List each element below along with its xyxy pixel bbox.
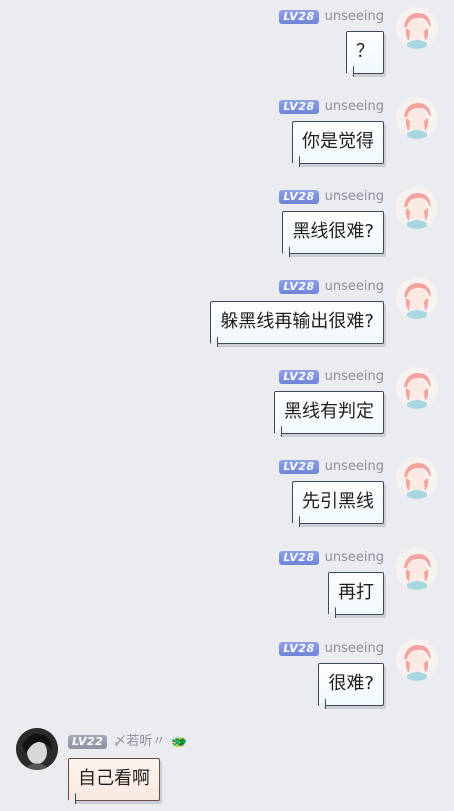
username[interactable]: unseeing <box>325 279 384 295</box>
message-header: LV28 unseeing <box>279 550 384 566</box>
level-badge: LV28 <box>279 642 319 656</box>
username[interactable]: unseeing <box>325 9 384 25</box>
message-bubble[interactable]: 黑线很难? <box>282 211 384 254</box>
avatar[interactable] <box>16 728 58 770</box>
avatar[interactable] <box>396 187 438 229</box>
dragon-badge-icon: 🐲 <box>171 734 188 750</box>
message-bubble[interactable]: 黑线有判定 <box>274 391 384 434</box>
level-badge: LV28 <box>279 280 319 294</box>
level-badge: LV28 <box>279 551 319 565</box>
message-header: LV28 unseeing <box>279 9 384 25</box>
message-header: LV28 unseeing <box>279 369 384 385</box>
level-badge: LV28 <box>279 100 319 114</box>
username[interactable]: 〆若听〃 <box>113 734 165 750</box>
avatar[interactable] <box>396 548 438 590</box>
avatar[interactable] <box>396 277 438 319</box>
level-badge: LV28 <box>279 10 319 24</box>
avatar[interactable] <box>396 457 438 499</box>
message-bubble[interactable]: ？ <box>346 31 384 74</box>
username[interactable]: unseeing <box>325 369 384 385</box>
level-badge: LV28 <box>279 460 319 474</box>
avatar[interactable] <box>396 97 438 139</box>
message-bubble[interactable]: 你是觉得 <box>292 121 384 164</box>
level-badge: LV28 <box>279 370 319 384</box>
message-header: LV28 unseeing <box>279 459 384 475</box>
message-header: LV28 unseeing <box>279 279 384 295</box>
message-header: LV28 unseeing <box>279 641 384 657</box>
username[interactable]: unseeing <box>325 459 384 475</box>
level-badge: LV22 <box>68 735 108 749</box>
message-bubble[interactable]: 先引黑线 <box>292 481 384 524</box>
avatar[interactable] <box>396 639 438 681</box>
message-bubble[interactable]: 很难? <box>318 663 384 706</box>
message-bubble[interactable]: 自己看啊 <box>68 758 160 801</box>
message-header: LV28 unseeing <box>279 189 384 205</box>
level-badge: LV28 <box>279 190 319 204</box>
username[interactable]: unseeing <box>325 550 384 566</box>
username[interactable]: unseeing <box>325 641 384 657</box>
message-bubble[interactable]: 再打 <box>328 572 384 615</box>
avatar[interactable] <box>396 367 438 409</box>
username[interactable]: unseeing <box>325 99 384 115</box>
avatar[interactable] <box>396 7 438 49</box>
message-header: LV28 unseeing <box>279 99 384 115</box>
message-bubble[interactable]: 躲黑线再输出很难? <box>210 301 384 344</box>
message-header: LV22 〆若听〃 🐲 <box>68 734 188 750</box>
username[interactable]: unseeing <box>325 189 384 205</box>
